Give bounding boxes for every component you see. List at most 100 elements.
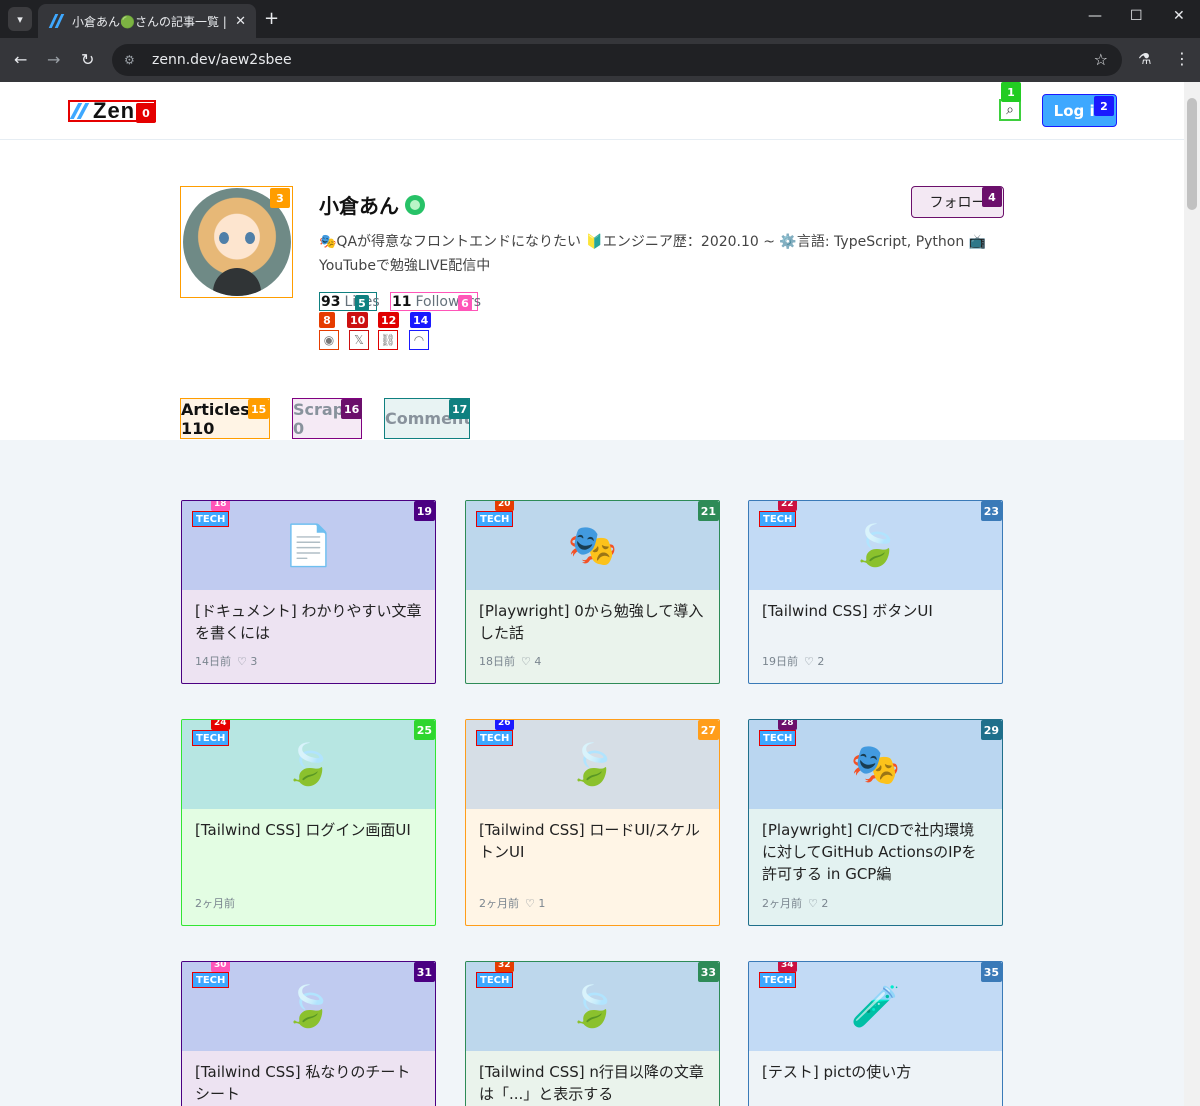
article-card[interactable]: 🍃 TECH 30 31 [Tailwind CSS] 私なりのチートシート	[181, 961, 436, 1106]
page-viewport: Zenn 0 ⌕ 1 Log in 2 3 小倉あん フォロー 4 🎭QAが得意…	[0, 82, 1184, 1106]
tech-tag[interactable]: TECH	[476, 511, 514, 527]
tab-close-icon[interactable]: ✕	[235, 14, 246, 29]
article-card[interactable]: 🍃 TECH 22 23 [Tailwind CSS] ボタンUI 19日前 ♡ 2	[748, 500, 1003, 684]
article-emoji-icon: 🍃	[850, 523, 901, 569]
likes-count: 93	[321, 293, 341, 310]
article-card[interactable]: 📄 TECH 18 19 [ドキュメント] わかりやすい文章を書くには 14日前 ♡ 3	[181, 500, 436, 684]
article-title[interactable]: [Tailwind CSS] ロードUI/スケルトンUI	[479, 819, 706, 863]
rss-link[interactable]: ◠	[409, 330, 429, 350]
article-body: [Playwright] 0から勉強して導入した話	[466, 590, 719, 644]
minimize-icon[interactable]: —	[1088, 8, 1102, 24]
article-title[interactable]: [Tailwind CSS] ボタンUI	[762, 600, 989, 622]
marker-search: 1	[1001, 82, 1021, 102]
labs-flask-icon[interactable]: ⚗	[1138, 50, 1151, 68]
maximize-icon[interactable]: ☐	[1130, 8, 1143, 24]
article-thumbnail: 🍃 TECH 24 25	[182, 720, 435, 809]
forward-icon[interactable]: →	[47, 50, 60, 69]
search-button[interactable]: ⌕	[999, 99, 1021, 121]
address-bar[interactable]: ⚙ zenn.dev/aew2sbee ☆	[112, 44, 1122, 76]
marker-card: 29	[980, 720, 1002, 740]
article-card[interactable]: 🍃 TECH 26 27 [Tailwind CSS] ロードUI/スケルトンUI 2ヶ月…	[465, 719, 720, 926]
marker-tag: 20	[495, 501, 514, 511]
article-body: [Tailwind CSS] ロードUI/スケルトンUI	[466, 809, 719, 863]
scrollbar-thumb[interactable]	[1187, 98, 1197, 210]
tech-tag[interactable]: TECH	[192, 511, 230, 527]
article-emoji-icon: 🧪	[850, 984, 901, 1030]
article-likes: 3	[250, 655, 258, 668]
heart-icon: ♡	[525, 897, 539, 910]
github-icon: ◉	[323, 333, 335, 347]
bookmark-star-icon[interactable]: ☆	[1094, 50, 1108, 69]
marker-card: 31	[413, 962, 435, 982]
tech-tag[interactable]: TECH	[759, 730, 797, 746]
article-date: 18日前	[479, 655, 515, 668]
reload-icon[interactable]: ↻	[81, 50, 94, 69]
article-body: [ドキュメント] わかりやすい文章を書くには	[182, 590, 435, 644]
marker-tab-articles: 15	[248, 399, 270, 419]
article-likes: 2	[817, 655, 825, 668]
article-title[interactable]: [テスト] pictの使い方	[762, 1061, 989, 1083]
x-link[interactable]: 𝕏	[349, 330, 369, 350]
article-likes: 4	[534, 655, 542, 668]
marker-tag: 18	[211, 501, 230, 511]
article-title[interactable]: [Tailwind CSS] ログイン画面UI	[195, 819, 422, 841]
browser-menu-icon[interactable]: ⋮	[1174, 49, 1190, 68]
tech-tag[interactable]: TECH	[476, 730, 514, 746]
tech-tag[interactable]: TECH	[759, 511, 797, 527]
marker-card: 23	[980, 501, 1002, 521]
window-close-icon[interactable]: ✕	[1173, 8, 1185, 24]
marker-tag: 32	[495, 962, 514, 972]
marker-card: 27	[697, 720, 719, 740]
article-meta: 18日前 ♡ 4	[479, 653, 541, 669]
article-thumbnail: 🍃 TECH 26 27	[466, 720, 719, 809]
url-text: zenn.dev/aew2sbee	[152, 52, 292, 68]
site-info-icon[interactable]: ⚙	[124, 53, 140, 67]
article-thumbnail: 🍃 TECH 32 33	[466, 962, 719, 1051]
marker-avatar: 3	[270, 188, 290, 208]
article-title[interactable]: [ドキュメント] わかりやすい文章を書くには	[195, 600, 422, 644]
article-title[interactable]: [Tailwind CSS] n行目以降の文章は「...」と表示する	[479, 1061, 706, 1105]
article-body: [Playwright] CI/CDで社内環境に対してGitHub Action…	[749, 809, 1002, 885]
article-card[interactable]: 🍃 TECH 32 33 [Tailwind CSS] n行目以降の文章は「...」と表…	[465, 961, 720, 1106]
tech-tag[interactable]: TECH	[476, 972, 514, 988]
article-thumbnail: 🎭 TECH 28 29	[749, 720, 1002, 809]
tab-search-icon[interactable]: ▾	[8, 7, 32, 31]
article-card[interactable]: 🧪 TECH 34 35 [テスト] pictの使い方	[748, 961, 1003, 1106]
new-tab-icon[interactable]: +	[264, 8, 279, 29]
back-icon[interactable]: ←	[14, 50, 27, 69]
profile-name-text: 小倉あん	[319, 194, 399, 218]
article-emoji-icon: 🎭	[567, 523, 618, 569]
profile-bio: 🎭QAが得意なフロントエンドになりたい 🔰エンジニア歴：2020.10 ~ ⚙️…	[319, 234, 987, 274]
verified-badge-icon	[405, 194, 425, 215]
page-scrollbar[interactable]	[1184, 82, 1200, 1106]
zenn-logo-icon	[70, 103, 90, 119]
website-link[interactable]: ⛓	[378, 330, 398, 350]
marker-tag: 30	[211, 962, 230, 972]
marker-x: 10	[347, 312, 369, 328]
tech-tag[interactable]: TECH	[192, 730, 230, 746]
article-meta: 2ヶ月前 ♡ 2	[762, 895, 828, 911]
article-card[interactable]: 🎭 TECH 20 21 [Playwright] 0から勉強して導入した話 18日前 ♡ …	[465, 500, 720, 684]
article-title[interactable]: [Playwright] 0から勉強して導入した話	[479, 600, 706, 644]
tech-tag[interactable]: TECH	[759, 972, 797, 988]
article-card[interactable]: 🎭 TECH 28 29 [Playwright] CI/CDで社内環境に対してGitH…	[748, 719, 1003, 926]
tech-tag[interactable]: TECH	[192, 972, 230, 988]
marker-card: 35	[980, 962, 1002, 982]
heart-icon: ♡	[808, 897, 822, 910]
link-icon: ⛓	[380, 333, 396, 347]
article-title[interactable]: [Playwright] CI/CDで社内環境に対してGitHub Action…	[762, 819, 989, 885]
article-emoji-icon: 🍃	[567, 742, 618, 788]
article-thumbnail: 🍃 TECH 22 23	[749, 501, 1002, 590]
github-link[interactable]: ◉	[319, 330, 339, 350]
article-body: [Tailwind CSS] 私なりのチートシート	[182, 1051, 435, 1105]
article-title[interactable]: [Tailwind CSS] 私なりのチートシート	[195, 1061, 422, 1105]
article-emoji-icon: 🍃	[283, 984, 334, 1030]
article-meta: 2ヶ月前 ♡ 1	[479, 895, 545, 911]
zenn-favicon-icon	[48, 13, 64, 29]
followers-count: 11	[392, 293, 412, 310]
article-thumbnail: 🧪 TECH 34 35	[749, 962, 1002, 1051]
browser-tab[interactable]: 小倉あん🟢さんの記事一覧 | Zenn ✕	[38, 4, 256, 38]
article-meta: 14日前 ♡ 3	[195, 653, 257, 669]
profile-name: 小倉あん	[319, 190, 425, 219]
article-card[interactable]: 🍃 TECH 24 25 [Tailwind CSS] ログイン画面UI 2ヶ月前	[181, 719, 436, 926]
